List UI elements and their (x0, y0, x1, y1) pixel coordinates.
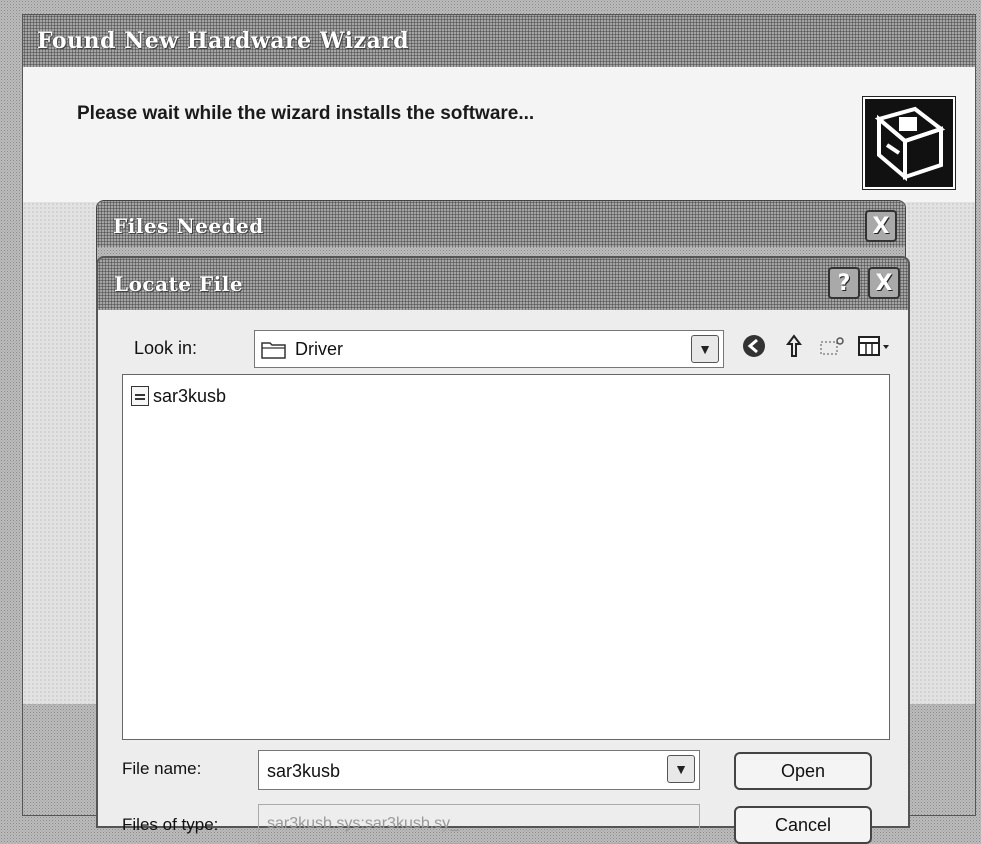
look-in-label: Look in: (134, 338, 198, 358)
wizard-header: Please wait while the wizard installs th… (23, 67, 975, 203)
folder-icon (261, 342, 286, 359)
wizard-title-bar[interactable]: Found New Hardware Wizard (23, 15, 975, 67)
help-glyph: ? (837, 271, 851, 296)
up-folder-icon[interactable] (778, 332, 810, 364)
wizard-title: Found New Hardware Wizard (37, 28, 410, 54)
files-needed-title: Files Needed (113, 214, 264, 238)
files-of-type-label: Files of type: (122, 815, 219, 834)
cancel-button[interactable]: Cancel (734, 806, 872, 844)
locate-file-title: Locate File (114, 272, 244, 296)
file-name-input[interactable]: sar3kusb ▼ (258, 750, 700, 790)
close-glyph: X (875, 271, 893, 296)
locate-file-body: Look in: Driver ▼ sar3kusb File name: sa… (98, 310, 908, 844)
files-needed-close-icon[interactable]: X (865, 210, 897, 242)
close-glyph: X (872, 214, 890, 239)
help-icon[interactable]: ? (828, 267, 860, 299)
files-of-type-dropdown[interactable]: sar3kusb.sys;sar3kusb.sy_ (258, 804, 700, 844)
views-menu-icon[interactable] (856, 332, 896, 364)
files-of-type-value: sar3kusb.sys;sar3kusb.sy_ (267, 815, 460, 832)
back-icon[interactable] (738, 332, 770, 364)
locate-file-dialog: Locate File ? X Look in: Driver ▼ sar3ku… (96, 256, 910, 844)
hardware-wizard-icon (863, 97, 955, 189)
files-needed-title-bar[interactable]: Files Needed (97, 201, 905, 247)
system-file-icon (131, 386, 149, 406)
list-item[interactable]: sar3kusb (131, 383, 226, 409)
new-folder-icon[interactable] (816, 332, 848, 364)
open-button[interactable]: Open (734, 752, 872, 790)
file-name-label: File name: (122, 759, 202, 778)
wizard-header-text: Please wait while the wizard installs th… (77, 103, 535, 124)
chevron-down-icon[interactable]: ▼ (667, 755, 695, 783)
close-icon[interactable]: X (868, 267, 900, 299)
look-in-dropdown[interactable]: Driver ▼ (254, 330, 724, 368)
chevron-down-icon[interactable]: ▼ (691, 335, 719, 363)
locate-file-title-bar[interactable]: Locate File (98, 258, 908, 310)
file-list[interactable]: sar3kusb (122, 374, 890, 740)
file-name-value: sar3kusb (267, 761, 341, 781)
look-in-value: Driver (295, 339, 343, 359)
file-item-label: sar3kusb (153, 385, 227, 406)
